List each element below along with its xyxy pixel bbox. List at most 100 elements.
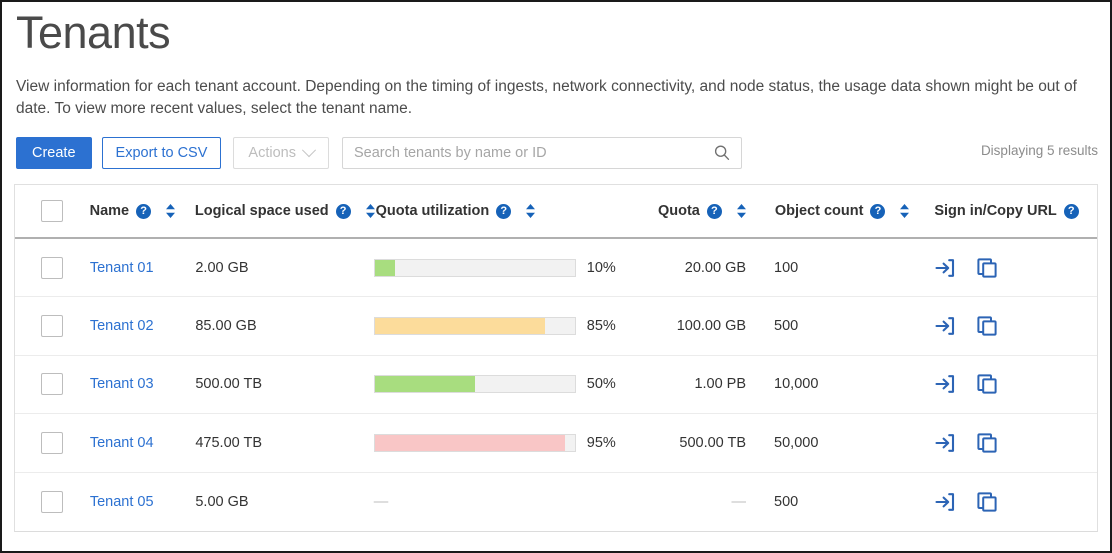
- cell-sign-in-copy-url: [918, 432, 1097, 454]
- sign-in-icon[interactable]: [934, 257, 956, 279]
- row-action-icons: [934, 257, 1097, 279]
- quota-utilization-bar-fill: [375, 435, 565, 451]
- row-select-cell: [15, 491, 90, 513]
- table-body: Tenant 01 2.00 GB 10% 20.00 GB 100 Tenant 02 8…: [15, 239, 1097, 531]
- quota-value: 20.00 GB: [685, 260, 746, 276]
- help-icon[interactable]: ?: [496, 204, 511, 219]
- create-button[interactable]: Create: [16, 137, 92, 169]
- cell-quota: —: [639, 493, 746, 511]
- quota-value: 1.00 PB: [694, 376, 746, 392]
- table-row: Tenant 03 500.00 TB 50% 1.00 PB10,000: [15, 356, 1097, 414]
- logical-space-used-value: 2.00 GB: [195, 260, 248, 276]
- copy-icon[interactable]: [976, 315, 998, 337]
- search-box[interactable]: [342, 137, 742, 169]
- row-select-cell: [15, 432, 90, 454]
- object-count-value: 500: [774, 494, 798, 510]
- cell-quota-utilization: 50%: [374, 375, 639, 393]
- sign-in-icon[interactable]: [934, 315, 956, 337]
- row-checkbox[interactable]: [41, 432, 63, 454]
- actions-dropdown-label: Actions: [248, 145, 296, 161]
- row-checkbox[interactable]: [41, 491, 63, 513]
- help-icon[interactable]: ?: [1064, 204, 1079, 219]
- sort-icon-logical-space-used[interactable]: [365, 203, 376, 219]
- column-header-quota: Quota ?: [640, 203, 747, 219]
- row-checkbox[interactable]: [41, 315, 63, 337]
- cell-name: Tenant 02: [90, 317, 196, 335]
- tenant-link[interactable]: Tenant 05: [90, 494, 154, 510]
- select-all-checkbox[interactable]: [41, 200, 63, 222]
- cell-quota-utilization: 95%: [374, 434, 639, 452]
- column-header-sign-in-copy-url: Sign in/Copy URL ?: [918, 203, 1097, 219]
- tenant-link[interactable]: Tenant 01: [90, 260, 154, 276]
- logical-space-used-value: 500.00 TB: [195, 376, 262, 392]
- tenant-link[interactable]: Tenant 02: [90, 318, 154, 334]
- cell-object-count: 10,000: [746, 375, 918, 393]
- column-label-object-count: Object count: [775, 203, 864, 219]
- quota-value: —: [732, 494, 747, 510]
- copy-icon[interactable]: [976, 373, 998, 395]
- sort-icon-object-count[interactable]: [899, 203, 910, 219]
- copy-icon[interactable]: [976, 257, 998, 279]
- cell-sign-in-copy-url: [918, 257, 1097, 279]
- row-action-icons: [934, 491, 1097, 513]
- copy-icon[interactable]: [976, 432, 998, 454]
- sign-in-icon[interactable]: [934, 373, 956, 395]
- sort-icon-quota-utilization[interactable]: [525, 203, 536, 219]
- cell-quota: 1.00 PB: [639, 375, 746, 393]
- object-count-value: 100: [774, 260, 798, 276]
- column-label-quota: Quota: [658, 203, 700, 219]
- export-csv-button[interactable]: Export to CSV: [102, 137, 222, 169]
- table-header-row: Name ? Logical space used ?: [15, 185, 1097, 239]
- row-checkbox[interactable]: [41, 257, 63, 279]
- tenant-link[interactable]: Tenant 04: [90, 435, 154, 451]
- select-all-cell: [15, 200, 90, 222]
- row-select-cell: [15, 315, 90, 337]
- sign-in-icon[interactable]: [934, 432, 956, 454]
- cell-quota-utilization: 10%: [374, 259, 639, 277]
- copy-icon[interactable]: [976, 491, 998, 513]
- sort-icon-quota[interactable]: [736, 203, 747, 219]
- cell-logical-space-used: 2.00 GB: [195, 259, 373, 277]
- quota-utilization-bar-fill: [375, 260, 395, 276]
- search-input[interactable]: [343, 138, 741, 168]
- cell-quota: 20.00 GB: [639, 259, 746, 277]
- sign-in-icon[interactable]: [934, 491, 956, 513]
- sort-icon-name[interactable]: [165, 203, 176, 219]
- logical-space-used-value: 475.00 TB: [195, 435, 262, 451]
- cell-logical-space-used: 85.00 GB: [195, 317, 373, 335]
- tenant-link[interactable]: Tenant 03: [90, 376, 154, 392]
- cell-sign-in-copy-url: [918, 491, 1097, 513]
- table-row: Tenant 0285.00 GB85%100.00 GB500: [15, 297, 1097, 355]
- cell-name: Tenant 01: [90, 259, 196, 277]
- cell-logical-space-used: 5.00 GB: [195, 493, 373, 511]
- help-icon[interactable]: ?: [336, 204, 351, 219]
- cell-quota-utilization: —: [374, 494, 639, 510]
- row-checkbox[interactable]: [41, 373, 63, 395]
- row-select-cell: [15, 373, 90, 395]
- cell-quota-utilization: 85%: [374, 317, 639, 335]
- help-icon[interactable]: ?: [136, 204, 151, 219]
- column-label-quota-utilization: Quota utilization: [376, 203, 490, 219]
- cell-object-count: 500: [746, 493, 918, 511]
- quota-utilization-bar: [374, 317, 576, 335]
- cell-object-count: 100: [746, 259, 918, 277]
- cell-quota: 100.00 GB: [639, 317, 746, 335]
- table-row: Tenant 04 475.00 TB 95% 500.00 TB50,000: [15, 414, 1097, 472]
- cell-object-count: 50,000: [746, 434, 918, 452]
- quota-utilization-bar: [374, 375, 576, 393]
- quota-utilization-percent: 10%: [587, 260, 616, 276]
- help-icon[interactable]: ?: [870, 204, 885, 219]
- row-select-cell: [15, 257, 90, 279]
- logical-space-used-value: 5.00 GB: [195, 494, 248, 510]
- quota-value: 500.00 TB: [679, 435, 746, 451]
- row-action-icons: [934, 432, 1097, 454]
- cell-sign-in-copy-url: [918, 373, 1097, 395]
- cell-name: Tenant 05: [90, 493, 196, 511]
- cell-quota: 500.00 TB: [639, 434, 746, 452]
- results-count: Displaying 5 results: [981, 143, 1098, 158]
- cell-name: Tenant 03: [90, 375, 196, 393]
- column-header-name: Name ?: [90, 203, 195, 219]
- actions-dropdown-button[interactable]: Actions: [233, 137, 329, 169]
- column-header-object-count: Object count ?: [747, 203, 919, 219]
- help-icon[interactable]: ?: [707, 204, 722, 219]
